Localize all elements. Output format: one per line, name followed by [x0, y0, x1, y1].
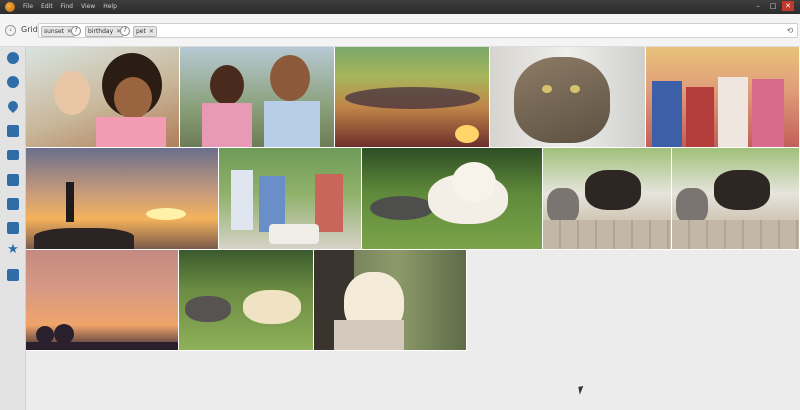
- reset-search-icon[interactable]: ⟲: [785, 26, 795, 36]
- photo-thumbnail[interactable]: [490, 47, 646, 148]
- back-button[interactable]: ‹: [5, 25, 16, 36]
- filter-bar: ‹ Grid sunset ✕ f birthday ✕ f pet ✕ ⟲: [0, 14, 800, 47]
- album-icon[interactable]: [7, 198, 19, 210]
- sidebar: ★: [0, 47, 26, 410]
- photo-thumbnail[interactable]: [26, 148, 219, 250]
- photo-thumbnail[interactable]: [314, 250, 467, 351]
- tag-icon[interactable]: [7, 174, 19, 186]
- photo-thumbnail[interactable]: [26, 250, 179, 351]
- tag-chip-label: birthday: [88, 28, 114, 35]
- tag-chip-sunset[interactable]: sunset ✕: [41, 26, 75, 37]
- menu-file[interactable]: File: [23, 3, 33, 10]
- edit-icon[interactable]: [7, 222, 19, 234]
- photo-thumbnail[interactable]: [179, 250, 314, 351]
- tag-chip-label: pet: [136, 28, 146, 35]
- photo-thumbnail[interactable]: [335, 47, 490, 148]
- maximize-button[interactable]: □: [767, 1, 779, 11]
- app-logo-icon: [5, 2, 15, 12]
- photo-thumbnail[interactable]: [26, 47, 180, 148]
- mouse-cursor-icon: [578, 385, 589, 395]
- photo-thumbnail[interactable]: [219, 148, 362, 250]
- menu-view[interactable]: View: [81, 3, 95, 10]
- location-pin-icon[interactable]: [5, 98, 21, 114]
- folder-icon[interactable]: [7, 150, 19, 160]
- photo-thumbnail[interactable]: [362, 148, 543, 250]
- star-icon[interactable]: ★: [7, 243, 19, 256]
- minimize-button[interactable]: –: [752, 1, 764, 11]
- view-mode-label[interactable]: Grid: [21, 25, 38, 34]
- tag-search-input[interactable]: sunset ✕ f birthday ✕ f pet ✕ ⟲: [38, 23, 798, 38]
- home-icon[interactable]: [7, 52, 19, 64]
- tag-chip-birthday[interactable]: birthday ✕: [85, 26, 125, 37]
- close-button[interactable]: ✕: [782, 1, 794, 11]
- photo-thumbnail[interactable]: [646, 47, 800, 148]
- menu-edit[interactable]: Edit: [41, 3, 53, 10]
- photo-grid: [26, 47, 800, 410]
- image-icon[interactable]: [7, 269, 19, 281]
- title-bar: File Edit Find View Help – □ ✕: [0, 0, 800, 14]
- photo-thumbnail[interactable]: [672, 148, 800, 250]
- menu-bar: File Edit Find View Help: [23, 3, 117, 10]
- menu-help[interactable]: Help: [103, 3, 117, 10]
- photo-thumbnail[interactable]: [543, 148, 672, 250]
- operator-toggle[interactable]: f: [120, 26, 130, 36]
- calendar-icon[interactable]: [7, 125, 19, 137]
- menu-find[interactable]: Find: [61, 3, 73, 10]
- photo-thumbnail[interactable]: [180, 47, 335, 148]
- window-controls: – □ ✕: [752, 1, 794, 11]
- tag-chip-label: sunset: [44, 28, 64, 35]
- tag-chip-pet[interactable]: pet ✕: [133, 26, 157, 37]
- people-icon[interactable]: [7, 76, 19, 88]
- operator-toggle[interactable]: f: [71, 26, 81, 36]
- remove-tag-icon[interactable]: ✕: [149, 28, 154, 35]
